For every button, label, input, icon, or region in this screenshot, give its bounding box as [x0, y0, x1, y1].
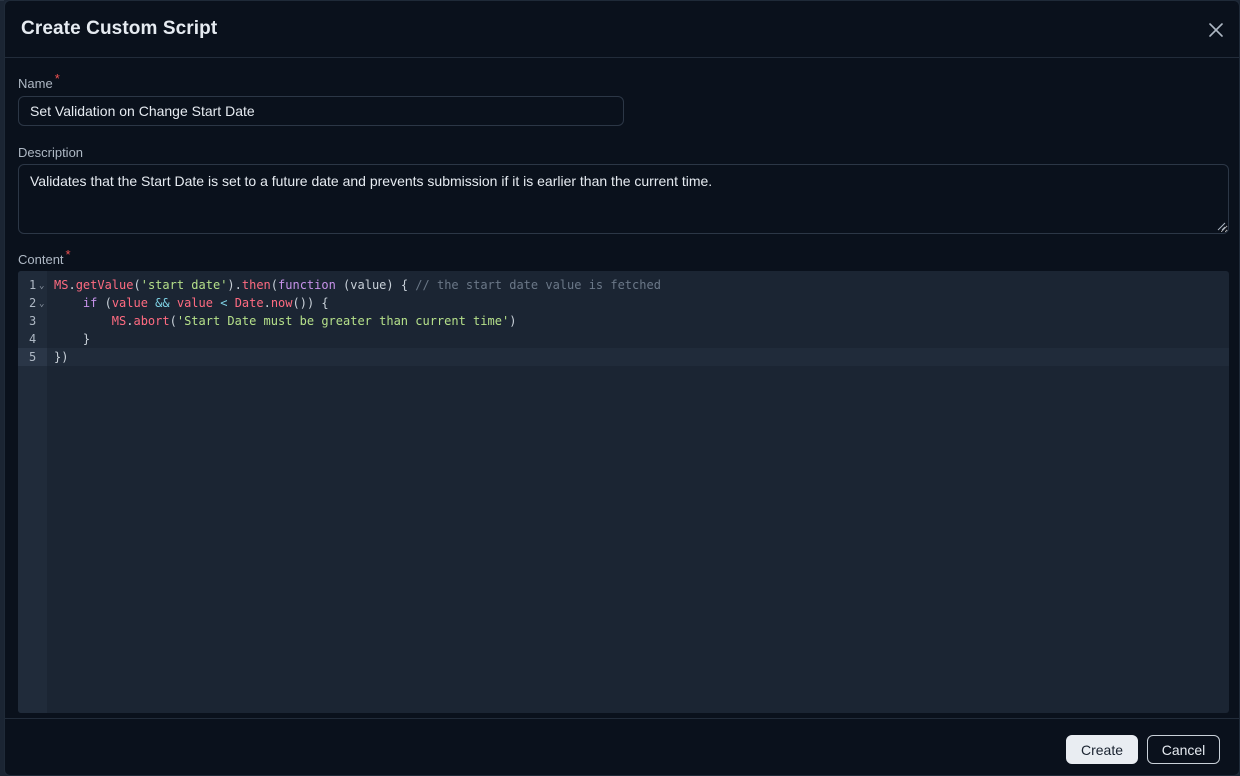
cancel-button[interactable]: Cancel [1147, 735, 1220, 764]
line-number: 3 [18, 312, 47, 330]
chevron-down-icon[interactable]: ⌄ [39, 295, 44, 313]
code-editor[interactable]: 1 ⌄ 2 ⌄ 3 4 5 MS.getValue('start date').… [18, 271, 1229, 713]
description-input[interactable]: Validates that the Start Date is set to … [18, 164, 1229, 234]
line-number-text: 3 [29, 314, 37, 328]
line-number-text: 1 [29, 278, 37, 292]
name-input[interactable] [18, 96, 624, 126]
code-line: MS.getValue('start date').then(function … [54, 278, 661, 292]
content-label: Content * [18, 247, 71, 267]
name-label: Name * [18, 71, 60, 91]
resize-handle-icon[interactable] [1217, 222, 1226, 231]
line-number-text: 2 [29, 296, 37, 310]
code-line: }) [54, 350, 69, 364]
line-number-text: 4 [29, 332, 37, 346]
line-number-text: 5 [29, 350, 37, 364]
close-button[interactable] [1205, 19, 1227, 41]
backdrop-divider [0, 0, 4, 1]
create-custom-script-dialog: Create Custom Script Name* Description V… [4, 0, 1240, 776]
dialog-header: Create Custom Script [5, 1, 1239, 58]
line-number: 2 ⌄ [18, 294, 47, 312]
dialog-footer: Create Cancel [5, 718, 1239, 775]
code-line: MS.abort('Start Date must be greater tha… [111, 314, 517, 328]
dialog-title: Create Custom Script [21, 18, 218, 39]
line-number: 4 [18, 330, 47, 348]
close-icon [1209, 23, 1223, 37]
name-label-text: Name [18, 76, 53, 91]
name-required-marker: * [54, 71, 60, 86]
code-line: if (value && value < Date.now()) { [82, 296, 329, 310]
create-button[interactable]: Create [1066, 735, 1138, 764]
content-label-text: Content [18, 252, 64, 267]
chevron-down-icon[interactable]: ⌄ [39, 277, 44, 295]
code-content[interactable]: MS.getValue('start date').then(function … [54, 276, 661, 366]
content-required-marker: * [65, 247, 71, 262]
line-number: 1 ⌄ [18, 276, 47, 294]
line-number: 5 [18, 348, 47, 366]
code-line: } [54, 332, 91, 346]
description-label: Description [18, 145, 84, 160]
